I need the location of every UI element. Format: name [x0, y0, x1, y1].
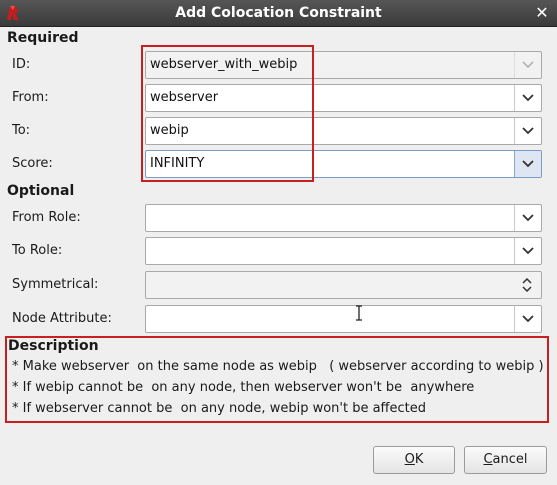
description-line: * If webserver cannot be on any node, we… [12, 401, 427, 416]
chevron-down-icon [522, 214, 534, 222]
from-dropdown-button[interactable] [514, 85, 541, 111]
optional-header: Optional [7, 183, 75, 199]
ok-mnemonic: O [404, 452, 415, 467]
symmetrical-spinner-button[interactable] [514, 272, 541, 298]
chevron-down-icon [522, 160, 534, 168]
title-bar: Add Colocation Constraint ✕ [0, 0, 557, 27]
node-attribute-label: Node Attribute: [12, 311, 112, 326]
text-cursor-icon [356, 305, 362, 321]
symmetrical-combobox[interactable] [145, 271, 542, 299]
window-title: Add Colocation Constraint [175, 5, 382, 21]
required-header: Required [7, 30, 79, 46]
chevron-down-icon [522, 315, 534, 323]
to-role-combobox[interactable] [145, 237, 542, 265]
description-header: Description [8, 338, 99, 354]
chevron-down-icon [522, 61, 534, 69]
id-label: ID: [12, 57, 31, 72]
description-line: * Make webserver on the same node as web… [12, 359, 544, 374]
cancel-mnemonic: C [483, 452, 493, 467]
to-role-label: To Role: [12, 243, 63, 258]
score-label: Score: [12, 156, 53, 171]
node-attribute-dropdown-button[interactable] [514, 306, 541, 332]
from-role-combobox[interactable] [145, 204, 542, 232]
chevron-down-icon [522, 247, 534, 255]
up-down-arrows-icon [522, 278, 532, 292]
from-role-dropdown-button[interactable] [514, 205, 541, 231]
chevron-down-icon [522, 127, 534, 135]
id-dropdown-button[interactable] [514, 52, 541, 78]
description-line: * If webip cannot be on any node, then w… [12, 380, 475, 395]
required-fields-highlight [141, 45, 314, 182]
to-label: To: [12, 123, 31, 138]
from-role-label: From Role: [12, 210, 81, 225]
node-attribute-combobox[interactable] [145, 305, 542, 333]
from-label: From: [12, 90, 49, 105]
ok-button[interactable]: OK [373, 446, 455, 474]
cancel-button[interactable]: Cancel [464, 446, 547, 474]
ok-label-rest: K [414, 452, 424, 467]
to-role-dropdown-button[interactable] [514, 238, 541, 264]
cancel-label-rest: ancel [492, 452, 528, 467]
symmetrical-label: Symmetrical: [12, 277, 99, 292]
close-icon[interactable]: ✕ [533, 4, 551, 22]
to-dropdown-button[interactable] [514, 118, 541, 144]
chevron-down-icon [522, 94, 534, 102]
score-dropdown-button[interactable] [514, 151, 541, 177]
